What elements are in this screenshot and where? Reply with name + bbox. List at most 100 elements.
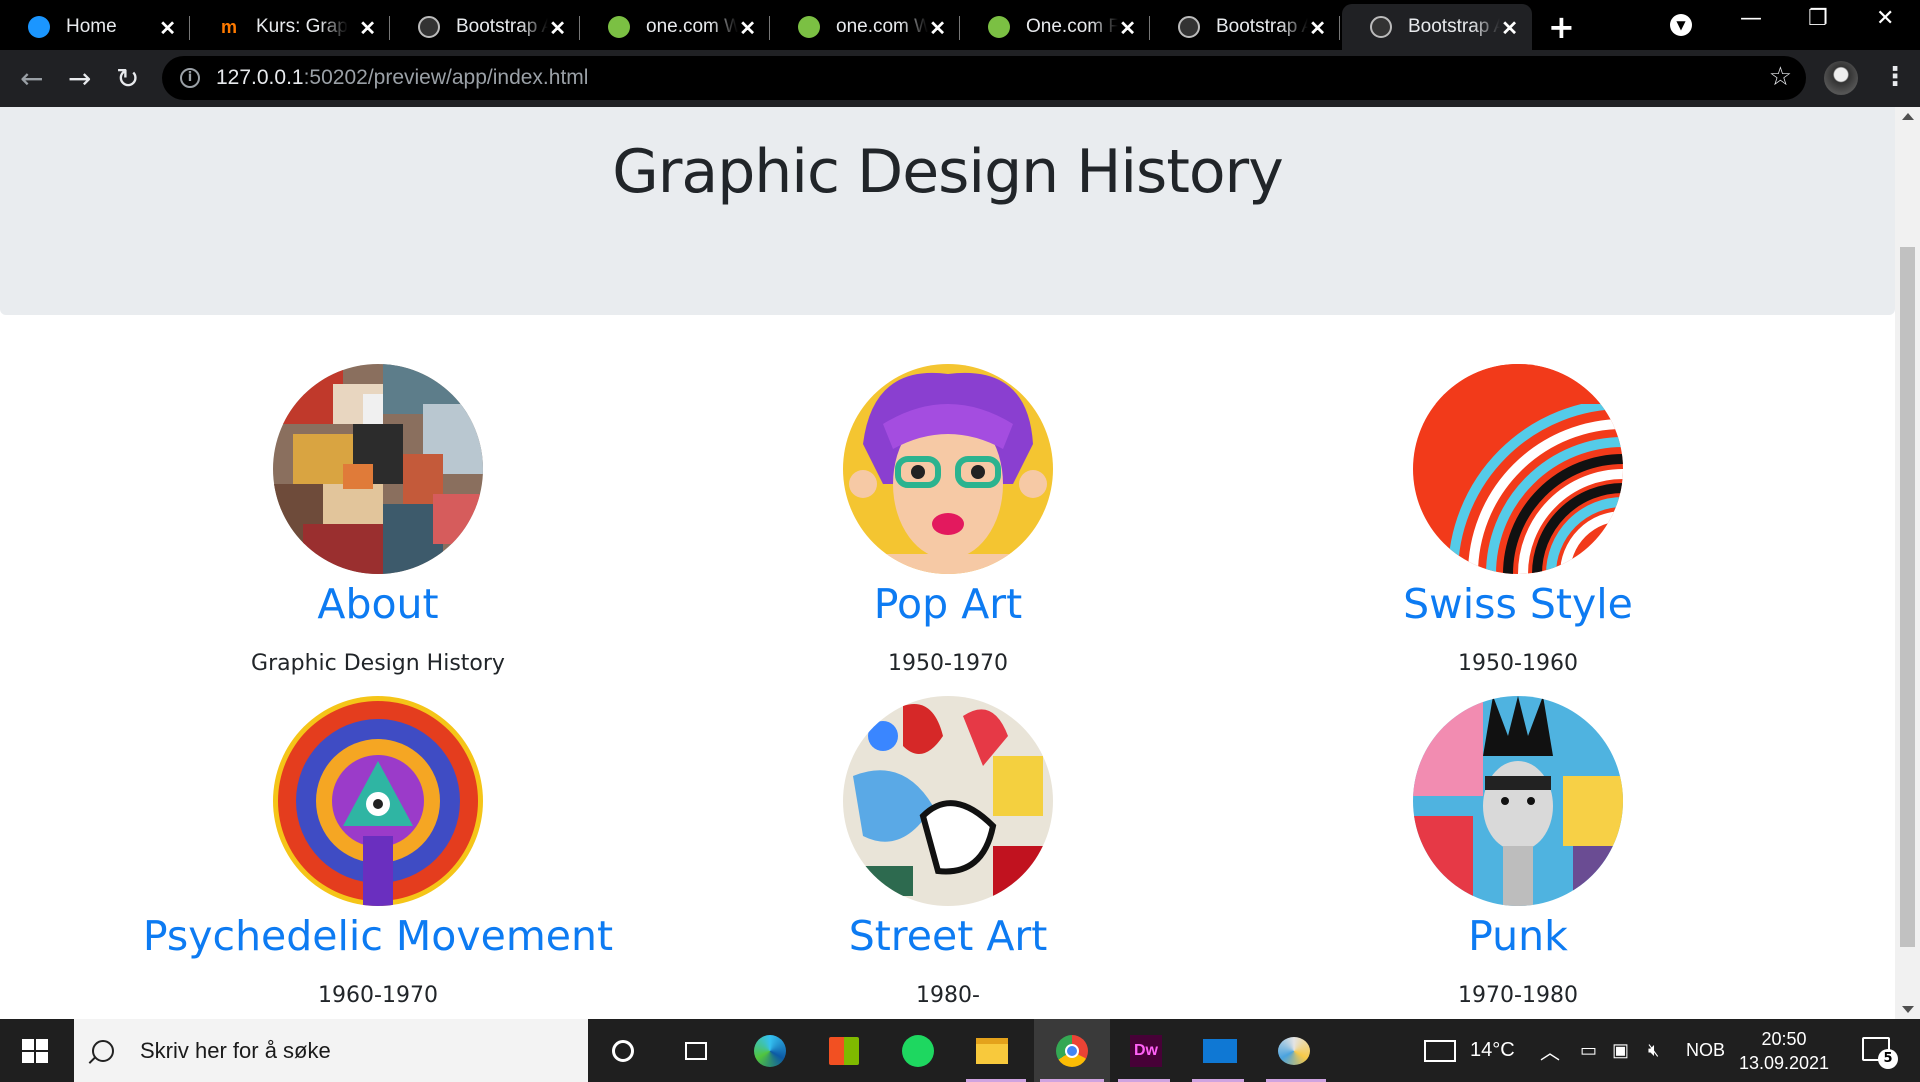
windows-taskbar: Skriv her for å søke Dw 14°C ︿ ▭ ▣ 🔇︎ NO… <box>0 1019 1920 1082</box>
close-icon[interactable]: ✕ <box>1501 16 1518 41</box>
tab-bootstrap-1[interactable]: Bootstrap A ✕ <box>390 4 580 50</box>
tab-kurs[interactable]: m Kurs: Graphic ✕ <box>190 4 390 50</box>
forward-arrow-icon[interactable]: → <box>68 62 91 95</box>
card-title-link[interactable]: About <box>93 576 663 632</box>
jumbotron: Graphic Design History <box>0 107 1895 315</box>
restore-icon[interactable]: ❐ <box>1808 6 1828 31</box>
window-close-icon[interactable]: ✕ <box>1876 6 1894 31</box>
close-icon[interactable]: ✕ <box>929 16 946 41</box>
close-icon[interactable]: ✕ <box>549 16 566 41</box>
punk-portrait-image[interactable] <box>1413 696 1623 906</box>
paint-icon[interactable] <box>1276 1033 1312 1069</box>
scroll-up-arrow-icon[interactable] <box>1902 113 1914 120</box>
notification-count: 5 <box>1878 1049 1898 1069</box>
card-subtitle: 1950-1970 <box>888 651 1008 676</box>
volume-muted-icon[interactable]: 🔇︎ <box>1648 1019 1659 1082</box>
tab-home[interactable]: Home ✕ <box>0 4 190 50</box>
clock-time: 20:50 <box>1761 1029 1807 1049</box>
page-viewport: Graphic Design History About Graphic Des… <box>0 107 1895 1019</box>
psychedelic-mandala-image[interactable] <box>273 696 483 906</box>
info-icon[interactable]: i <box>180 68 200 88</box>
task-view-icon[interactable] <box>678 1033 714 1069</box>
close-icon[interactable]: ✕ <box>159 16 176 41</box>
tab-search-chevron-icon[interactable]: ▼ <box>1670 14 1692 36</box>
card-title-link[interactable]: Psychedelic Movement <box>93 908 663 964</box>
back-arrow-icon[interactable]: ← <box>20 62 43 95</box>
tab-title: Bootstrap A <box>1408 16 1500 37</box>
close-icon[interactable]: ✕ <box>739 16 756 41</box>
tab-bootstrap-2[interactable]: Bootstrap A ✕ <box>1150 4 1340 50</box>
salesforce-cloud-icon <box>28 16 50 38</box>
dreamweaver-icon[interactable]: Dw <box>1128 1033 1164 1069</box>
close-icon[interactable]: ✕ <box>359 16 376 41</box>
card-swiss-style: Swiss Style 1950-1960 <box>1233 364 1803 678</box>
language-indicator[interactable]: NOB <box>1686 1019 1725 1082</box>
card-subtitle: 1950-1960 <box>1458 651 1578 676</box>
tab-title: one.com We <box>836 16 928 37</box>
tab-title: Bootstrap A <box>1216 16 1308 37</box>
file-explorer-icon[interactable] <box>974 1033 1010 1069</box>
address-bar[interactable]: i 127.0.0.1:50202/preview/app/index.html… <box>162 56 1806 100</box>
taskbar-clock[interactable]: 20:50 13.09.2021 <box>1728 1027 1840 1075</box>
card-title-link[interactable]: Swiss Style <box>1233 576 1803 632</box>
chrome-icon[interactable] <box>1054 1033 1090 1069</box>
bookmark-star-icon[interactable]: ☆ <box>1769 62 1792 92</box>
weather-temp: 14°C <box>1470 1039 1515 1061</box>
search-placeholder: Skriv her for å søke <box>140 1037 331 1063</box>
windows-start-icon[interactable] <box>22 1039 48 1063</box>
m-logo-icon: m <box>220 17 237 37</box>
tab-title: Kurs: Graphic <box>256 16 348 37</box>
menu-kebab-icon[interactable]: ⋮ <box>1882 62 1908 92</box>
close-icon[interactable]: ✕ <box>1309 16 1326 41</box>
edge-icon[interactable] <box>752 1033 788 1069</box>
card-title-link[interactable]: Street Art <box>663 908 1233 964</box>
card-psychedelic: Psychedelic Movement 1960-1970 <box>93 696 663 1010</box>
card-title-link[interactable]: Pop Art <box>663 576 1233 632</box>
swiss-stripes-image[interactable] <box>1413 364 1623 574</box>
clock-date: 13.09.2021 <box>1738 1053 1830 1073</box>
card-title-link[interactable]: Punk <box>1233 908 1803 964</box>
abstract-collage-image[interactable] <box>273 364 483 574</box>
tray-chevron-icon[interactable]: ︿ <box>1540 1019 1560 1082</box>
green-dot-icon <box>798 16 820 38</box>
green-dot-icon <box>988 16 1010 38</box>
pop-art-woman-image[interactable] <box>843 364 1053 574</box>
spotify-icon[interactable] <box>900 1033 936 1069</box>
globe-icon <box>418 16 440 38</box>
card-pop-art: Pop Art 1950-1970 <box>663 364 1233 678</box>
browser-tab-strip: Home ✕ m Kurs: Graphic ✕ Bootstrap A ✕ o… <box>0 0 1920 50</box>
profile-avatar[interactable] <box>1824 61 1858 95</box>
news-icon <box>1424 1039 1456 1062</box>
tab-onecom-2[interactable]: one.com We ✕ <box>770 4 960 50</box>
tab-bootstrap-active[interactable]: Bootstrap A ✕ <box>1342 4 1532 50</box>
mail-icon[interactable] <box>1202 1033 1238 1069</box>
new-tab-plus-icon[interactable]: + <box>1548 8 1575 46</box>
notification-center-icon[interactable]: 5 <box>1862 1037 1898 1069</box>
tab-onecom-1[interactable]: one.com We ✕ <box>580 4 770 50</box>
tab-onecom-3[interactable]: One.com Fil ✕ <box>960 4 1150 50</box>
reload-icon[interactable]: ↻ <box>116 62 139 95</box>
minimize-icon[interactable]: — <box>1740 6 1762 31</box>
cortana-icon[interactable] <box>605 1033 641 1069</box>
globe-icon <box>1370 16 1392 38</box>
url-text[interactable]: 127.0.0.1:50202/preview/app/index.html <box>216 66 588 90</box>
graffiti-image[interactable] <box>843 696 1053 906</box>
green-dot-icon <box>608 16 630 38</box>
tab-title: one.com We <box>646 16 738 37</box>
scrollbar-thumb[interactable] <box>1900 247 1915 947</box>
page-title: Graphic Design History <box>612 137 1283 207</box>
page-scrollbar[interactable] <box>1895 107 1920 1019</box>
scroll-down-arrow-icon[interactable] <box>1902 1006 1914 1013</box>
card-subtitle: 1970-1980 <box>1458 983 1578 1008</box>
search-icon <box>92 1039 114 1062</box>
weather-widget[interactable]: 14°C <box>1424 1019 1515 1082</box>
card-subtitle: 1960-1970 <box>318 983 438 1008</box>
taskbar-search-box[interactable]: Skriv her for å søke <box>74 1019 588 1082</box>
card-street-art: Street Art 1980- <box>663 696 1233 1010</box>
network-icon[interactable]: ▭ <box>1580 1019 1597 1082</box>
tab-title: Bootstrap A <box>456 16 548 37</box>
store-icon[interactable] <box>826 1033 862 1069</box>
battery-icon[interactable]: ▣ <box>1612 1019 1629 1082</box>
close-icon[interactable]: ✕ <box>1119 16 1136 41</box>
card-subtitle: Graphic Design History <box>251 651 505 676</box>
